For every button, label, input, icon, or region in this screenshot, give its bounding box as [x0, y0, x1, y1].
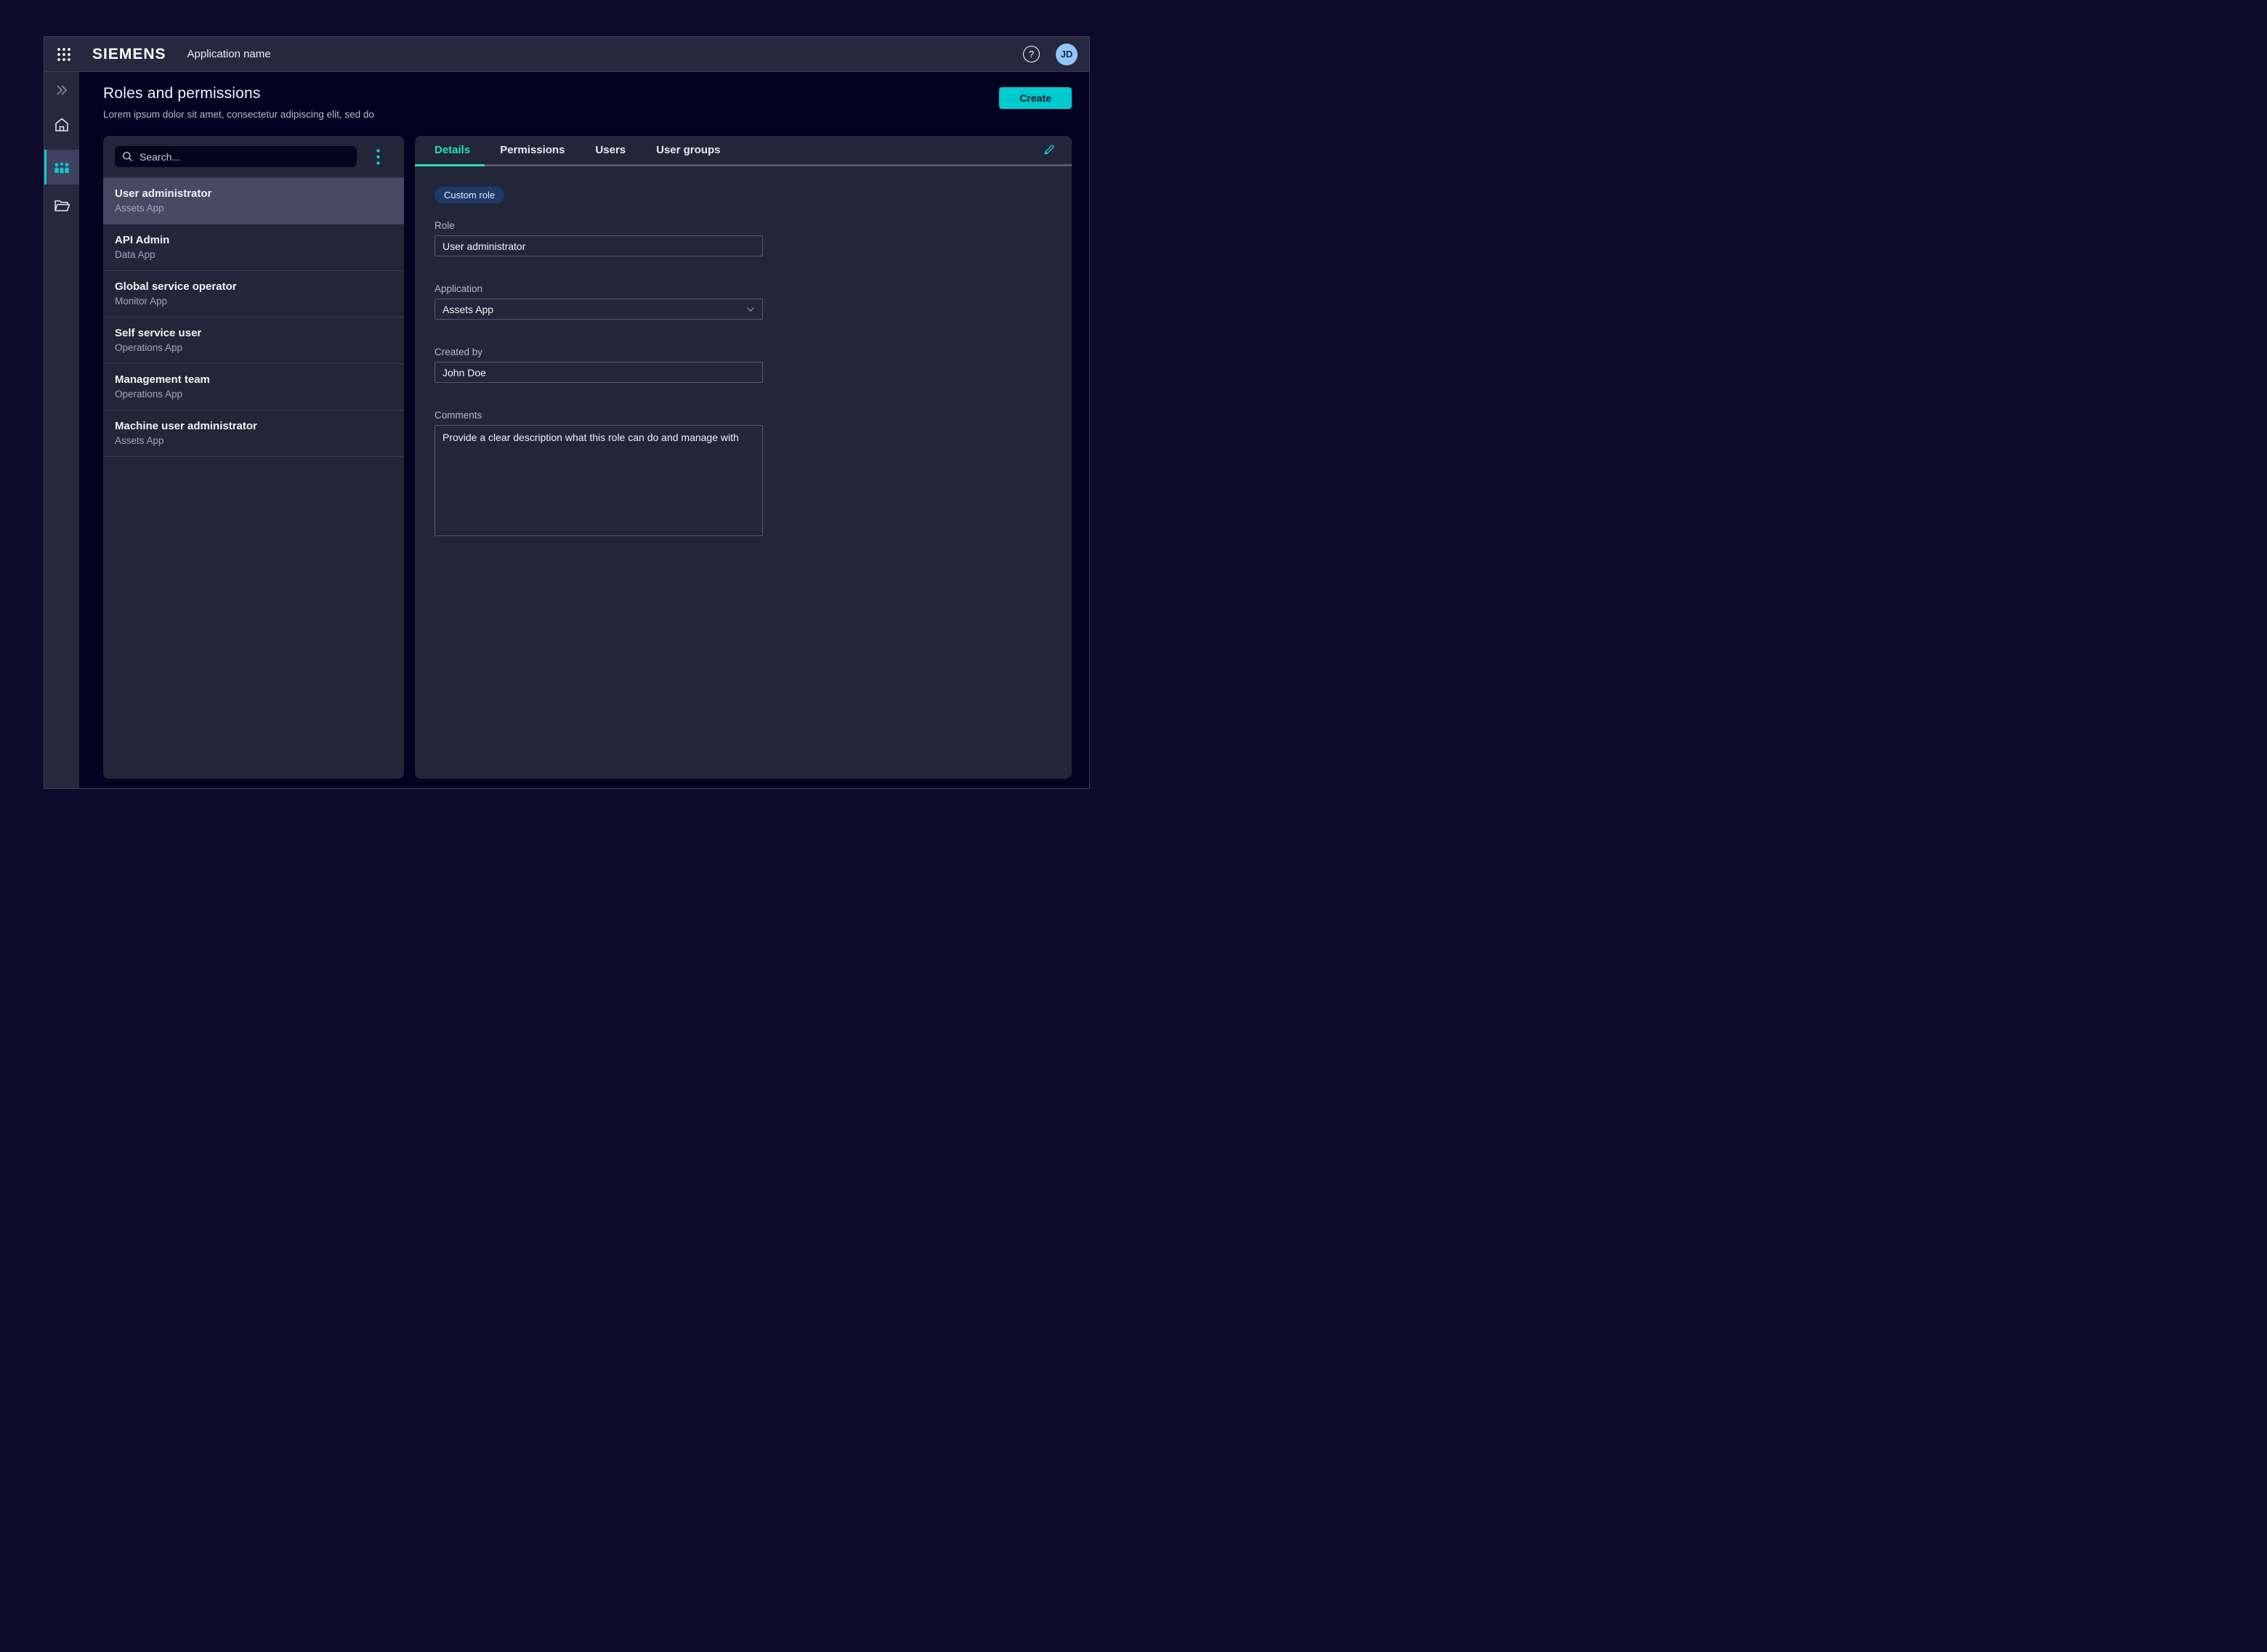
tab-details[interactable]: Details	[415, 136, 485, 166]
role-name: Self service user	[115, 327, 392, 340]
created-by-field-label: Created by	[435, 347, 1052, 357]
double-chevron-right-icon	[54, 84, 69, 96]
application-field: Application Assets App	[435, 283, 1052, 320]
tab-user-groups[interactable]: User groups	[641, 136, 735, 166]
help-button[interactable]: ?	[1023, 46, 1040, 62]
magnifier-icon	[122, 151, 133, 162]
created-by-field: Created by	[435, 347, 1052, 383]
role-app: Operations App	[115, 341, 392, 354]
role-field-label: Role	[435, 220, 1052, 231]
avatar-initials: JD	[1061, 49, 1073, 60]
users-group-icon	[52, 158, 71, 176]
search-box	[115, 146, 357, 167]
role-name: Global service operator	[115, 280, 392, 293]
application-name: Application name	[187, 48, 271, 60]
created-by-input[interactable]	[435, 362, 763, 383]
app-body: Roles and permissions Lorem ipsum dolor …	[44, 72, 1089, 788]
chevron-down-icon	[746, 307, 755, 312]
page-title-block: Roles and permissions Lorem ipsum dolor …	[103, 85, 374, 120]
app-launcher-button[interactable]	[56, 46, 72, 62]
list-menu-button[interactable]	[369, 147, 387, 166]
role-list-item[interactable]: API Admin Data App	[103, 224, 404, 271]
application-select[interactable]: Assets App	[435, 299, 763, 320]
panels-row: User administrator Assets App API Admin …	[103, 136, 1072, 779]
sidebar-item-home[interactable]	[44, 116, 79, 134]
role-name: API Admin	[115, 234, 392, 247]
pencil-icon	[1042, 143, 1056, 157]
custom-role-badge: Custom role	[435, 187, 504, 203]
role-input[interactable]	[435, 235, 763, 256]
app-header: SIEMENS Application name ? JD	[44, 37, 1089, 72]
role-list-item[interactable]: Self service user Operations App	[103, 317, 404, 364]
page-subtitle: Lorem ipsum dolor sit amet, consectetur …	[103, 109, 374, 120]
details-tabbar: Details Permissions Users User groups	[415, 136, 1072, 166]
search-input[interactable]	[140, 151, 349, 163]
main-content: Roles and permissions Lorem ipsum dolor …	[79, 72, 1089, 788]
page-head: Roles and permissions Lorem ipsum dolor …	[103, 85, 1072, 120]
role-app: Assets App	[115, 202, 392, 214]
role-name: Management team	[115, 373, 392, 386]
role-list-item[interactable]: Global service operator Monitor App	[103, 271, 404, 317]
details-panel: Details Permissions Users User groups	[415, 136, 1072, 779]
home-icon	[53, 116, 70, 134]
roles-list-panel: User administrator Assets App API Admin …	[103, 136, 404, 779]
sidebar-item-files[interactable]	[44, 196, 79, 215]
question-circle-icon: ?	[1029, 49, 1034, 60]
application-select-value: Assets App	[443, 304, 493, 315]
role-app: Data App	[115, 248, 392, 261]
comments-textarea[interactable]: Provide a clear description what this ro…	[435, 425, 763, 536]
create-button[interactable]: Create	[999, 87, 1072, 109]
user-avatar[interactable]: JD	[1056, 44, 1078, 65]
application-field-label: Application	[435, 283, 1052, 294]
role-app: Operations App	[115, 388, 392, 400]
role-app: Monitor App	[115, 295, 392, 307]
comments-field-label: Comments	[435, 410, 1052, 421]
role-list-item[interactable]: Management team Operations App	[103, 364, 404, 410]
search-row	[103, 136, 404, 177]
role-list-item[interactable]: User administrator Assets App	[103, 178, 404, 224]
tab-users[interactable]: Users	[580, 136, 641, 166]
role-list: User administrator Assets App API Admin …	[103, 177, 404, 457]
comments-field: Comments Provide a clear description wha…	[435, 410, 1052, 540]
edit-role-button[interactable]	[1040, 142, 1057, 159]
siemens-logo: SIEMENS	[92, 46, 166, 63]
details-content: Custom role Role Application Assets App	[415, 166, 1072, 560]
sidebar-expand-button[interactable]	[44, 82, 79, 98]
app-window: SIEMENS Application name ? JD	[44, 36, 1090, 789]
role-app: Assets App	[115, 434, 392, 447]
sidebar-item-roles[interactable]	[44, 150, 79, 185]
role-list-item[interactable]: Machine user administrator Assets App	[103, 410, 404, 457]
open-folder-icon	[53, 198, 70, 214]
tab-permissions[interactable]: Permissions	[485, 136, 580, 166]
sidebar	[44, 72, 79, 788]
page-title: Roles and permissions	[103, 85, 374, 102]
role-field: Role	[435, 220, 1052, 256]
role-name: Machine user administrator	[115, 420, 392, 433]
role-name: User administrator	[115, 187, 392, 201]
kebab-menu-icon	[376, 149, 380, 165]
app-grid-icon	[57, 47, 71, 62]
